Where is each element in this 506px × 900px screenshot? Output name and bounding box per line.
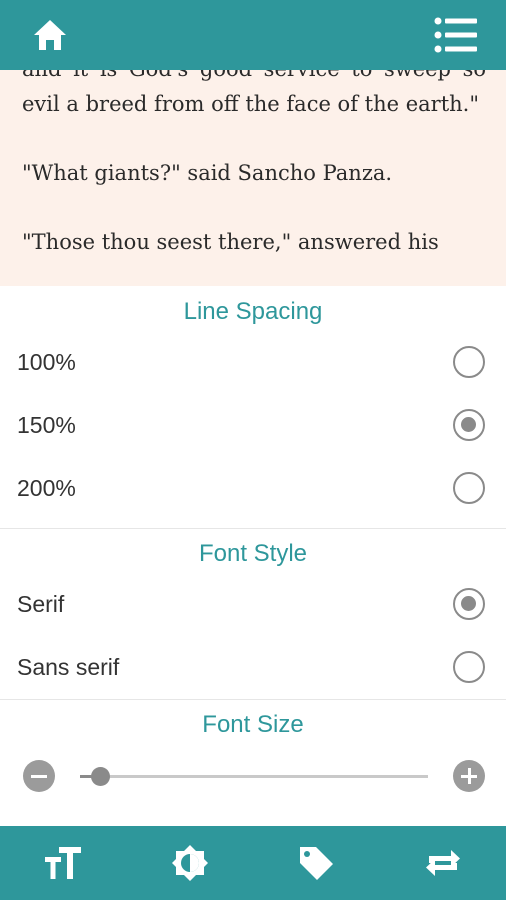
line-spacing-label: 100% (17, 349, 76, 375)
line-spacing-option-200[interactable]: 200% (0, 457, 506, 520)
font-style-label: Serif (17, 591, 65, 617)
top-app-bar (0, 0, 506, 70)
font-size-title: Font Size (202, 711, 304, 738)
bottom-toolbar (0, 826, 506, 900)
text-size-icon (45, 847, 81, 879)
reading-settings-panel: Line Spacing 100% 150% 200% Font Style S… (0, 286, 506, 826)
menu-button[interactable] (421, 0, 491, 70)
font-style-option-sans-serif[interactable]: Sans serif (0, 636, 506, 699)
home-icon (34, 20, 66, 50)
line-spacing-label: 200% (17, 475, 76, 501)
line-spacing-radio-200[interactable] (453, 472, 485, 504)
section-divider (0, 528, 506, 529)
reader-paragraph: and it is God's good service to sweep so… (22, 70, 486, 116)
increase-font-size-button[interactable] (453, 760, 485, 792)
font-style-option-serif[interactable]: Serif (0, 573, 506, 636)
decrease-font-size-button[interactable] (23, 760, 55, 792)
swap-icon (426, 850, 460, 876)
line-spacing-option-100[interactable]: 100% (0, 331, 506, 394)
list-menu-icon (434, 17, 477, 53)
line-spacing-option-150[interactable]: 150% (0, 394, 506, 457)
line-spacing-radio-100[interactable] (453, 346, 485, 378)
font-size-slider-track[interactable] (80, 775, 428, 778)
bookmark-tag-button[interactable] (253, 826, 379, 900)
brightness-button[interactable] (127, 826, 253, 900)
font-size-control (0, 746, 506, 806)
reader-content[interactable]: and it is God's good service to sweep so… (0, 70, 506, 286)
line-spacing-title: Line Spacing (183, 298, 323, 325)
font-size-slider-thumb[interactable] (91, 767, 111, 786)
reader-paragraph: "Those thou seest there," answered his (22, 229, 439, 254)
font-style-title: Font Style (198, 540, 308, 567)
line-spacing-radio-150[interactable] (453, 409, 485, 441)
section-divider (0, 699, 506, 700)
brightness-icon (172, 845, 208, 881)
reader-text: and it is God's good service to sweep so… (22, 70, 486, 286)
reader-paragraph: "What giants?" said Sancho Panza. (22, 160, 393, 185)
text-size-button[interactable] (0, 826, 126, 900)
home-button[interactable] (15, 0, 85, 70)
line-spacing-label: 150% (17, 412, 76, 438)
font-style-radio-sans-serif[interactable] (453, 651, 485, 683)
swap-button[interactable] (380, 826, 506, 900)
font-style-radio-serif[interactable] (453, 588, 485, 620)
tag-icon (300, 847, 333, 880)
font-style-label: Sans serif (17, 654, 120, 680)
